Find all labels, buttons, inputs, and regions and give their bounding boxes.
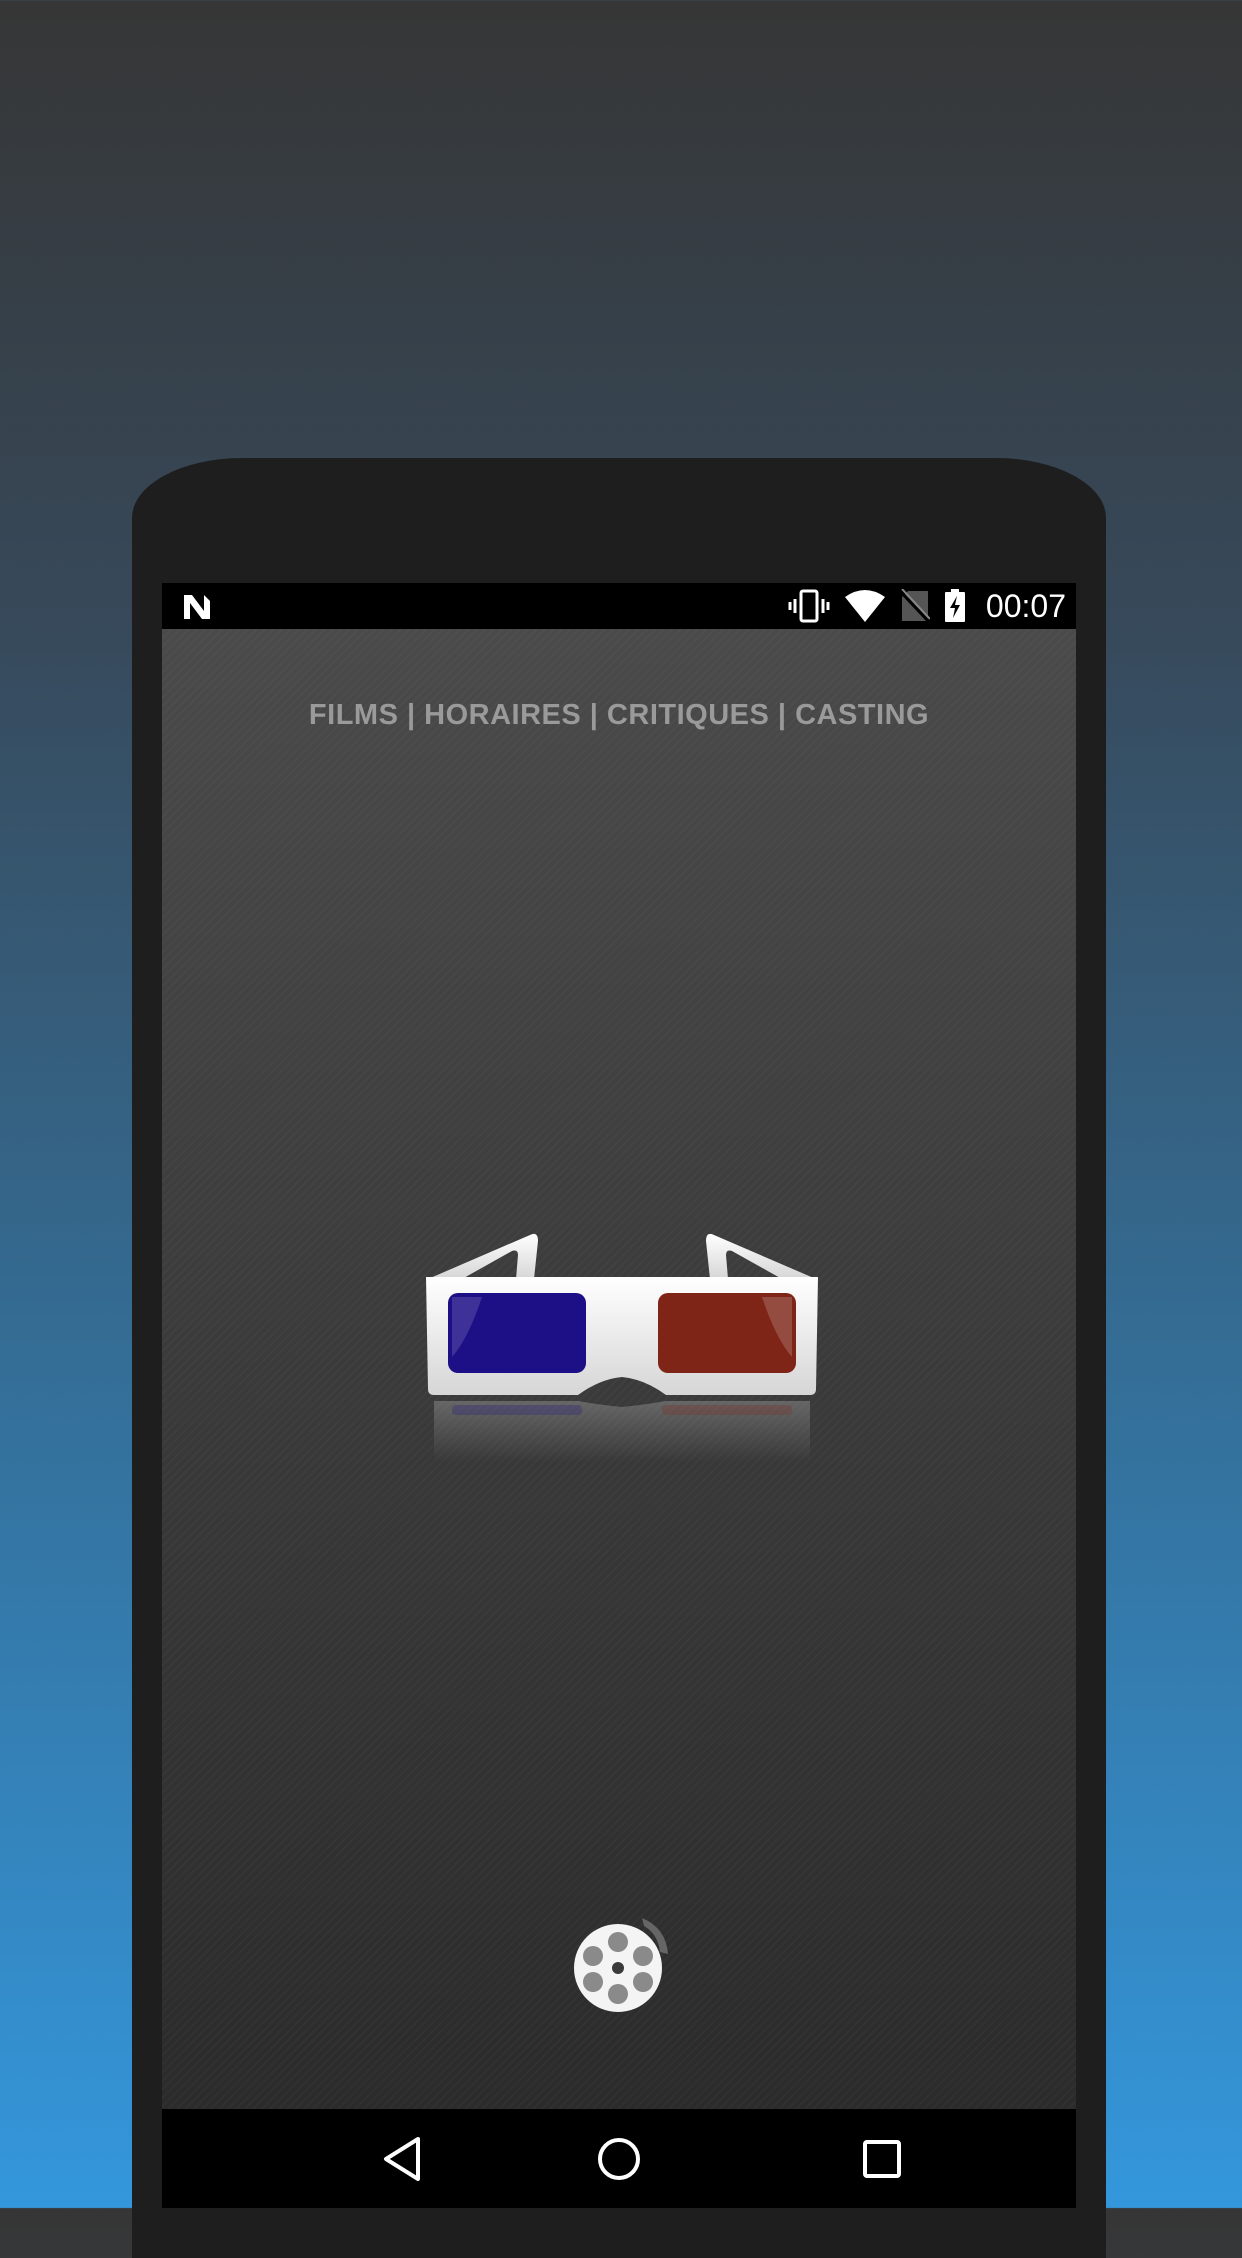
status-clock: 00:07 (985, 587, 1066, 624)
wifi-icon (844, 590, 885, 622)
splash-content: FILMS | HORAIRES | CRITIQUES | CASTING (162, 629, 1076, 2109)
3d-glasses-icon (426, 1233, 818, 1461)
no-sim-icon (899, 589, 930, 623)
back-button[interactable] (342, 2109, 462, 2208)
splash-tagline: FILMS | HORAIRES | CRITIQUES | CASTING (308, 699, 930, 731)
back-icon (384, 2136, 420, 2181)
recents-button[interactable] (822, 2109, 942, 2208)
home-icon (598, 2137, 640, 2180)
home-button[interactable] (559, 2109, 679, 2208)
film-reel-icon (574, 1918, 668, 2012)
status-bar: 00:07 (162, 583, 1076, 629)
device-screen: 00:07 FILMS | HORAIRES | CRITIQUES | CAS… (162, 583, 1076, 2208)
recents-icon (863, 2139, 901, 2178)
notification-n-icon (184, 595, 210, 619)
navigation-bar (162, 2109, 1076, 2208)
status-icons: 00:07 (788, 583, 1066, 629)
battery-icon (944, 589, 965, 622)
vibrate-icon (788, 589, 830, 623)
